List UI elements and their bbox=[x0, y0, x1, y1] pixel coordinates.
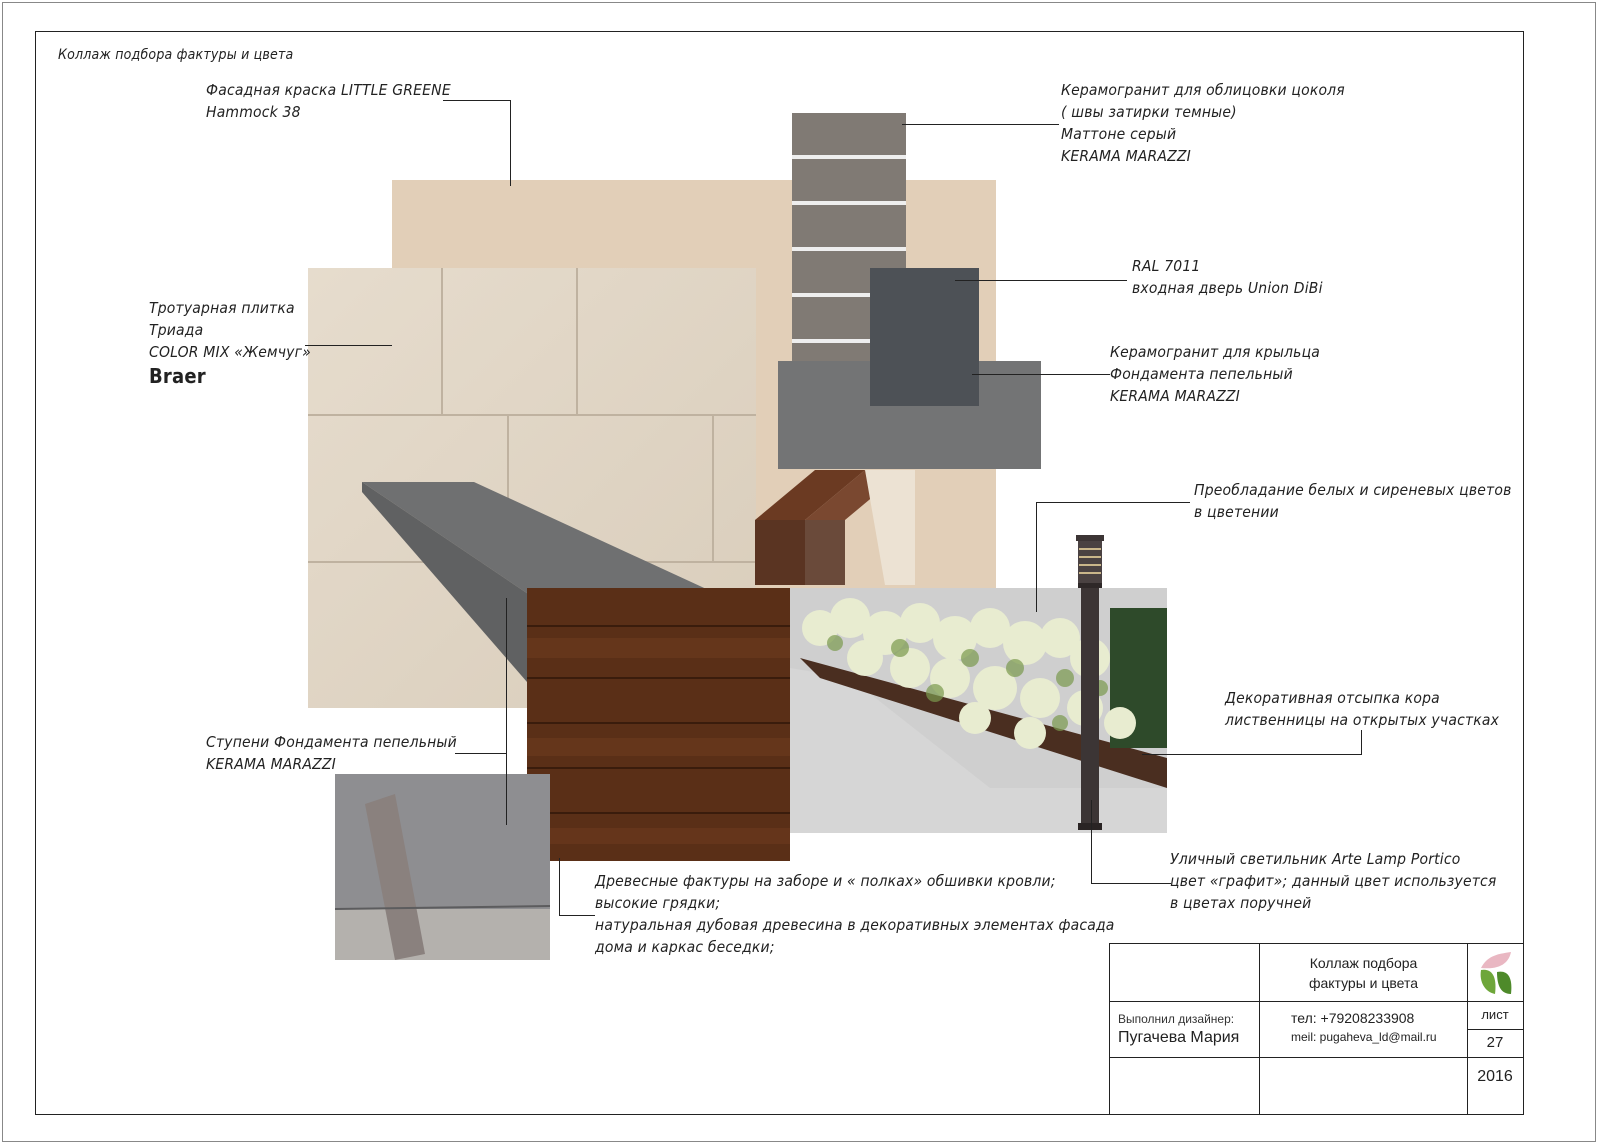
annotation-line: Ступени Фондамента пепельный bbox=[206, 733, 457, 751]
leader-line bbox=[902, 124, 1059, 125]
leader-line bbox=[1361, 730, 1362, 755]
annotation-line: Керамогранит для облицовки цоколя bbox=[1061, 81, 1345, 99]
annotation-line: COLOR MIX «Жемчуг» bbox=[149, 343, 311, 361]
annotation-line: Керамогранит для крыльца bbox=[1110, 343, 1321, 361]
annotation-line: Уличный светильник Arte Lamp Portico bbox=[1170, 850, 1461, 868]
annotation-line: Декоративная отсыпка кора bbox=[1225, 689, 1440, 707]
annotation-line: дома и каркас беседки; bbox=[595, 938, 775, 956]
logo-icon bbox=[1480, 952, 1512, 994]
steps-label: Ступени Фондамента пепельный KERAMA MARA… bbox=[206, 731, 457, 775]
annotation-line: лиственницы на открытых участках bbox=[1225, 711, 1500, 729]
leader-line bbox=[559, 858, 560, 916]
designer-name: Пугачева Мария bbox=[1118, 1029, 1240, 1046]
annotation-line: KERAMA MARAZZI bbox=[1110, 387, 1240, 405]
leader-line bbox=[955, 280, 1127, 281]
phone: тел: +79208233908 bbox=[1291, 1010, 1415, 1026]
leader-line bbox=[1036, 502, 1037, 612]
annotation-line: высокие грядки; bbox=[595, 894, 721, 912]
annotation-line: Древесные фактуры на заборе и « полках» … bbox=[595, 872, 1056, 890]
wood-beam-swatch bbox=[755, 470, 915, 585]
annotation-line: входная дверь Union DiBi bbox=[1132, 279, 1323, 297]
sheet-number: 27 bbox=[1486, 1034, 1504, 1051]
annotation-line: Триада bbox=[149, 321, 204, 339]
facade-paint-label: Фасадная краска LITTLE GREENE Hammock 38 bbox=[206, 79, 451, 123]
annotation-line: Фондамента пепельный bbox=[1110, 365, 1293, 383]
leader-line bbox=[305, 345, 392, 346]
wood-label: Древесные фактуры на заборе и « полках» … bbox=[595, 870, 1115, 958]
leader-line bbox=[455, 753, 507, 754]
sheet-title-line: фактуры и цвета bbox=[1308, 975, 1419, 991]
leader-line bbox=[1142, 754, 1362, 755]
page-title: Коллаж подбора фактуры и цвета bbox=[58, 47, 294, 63]
annotation-line: Тротуарная плитка bbox=[149, 299, 295, 317]
leader-line bbox=[506, 598, 507, 825]
annotation-line: натуральная дубовая древесина в декорати… bbox=[595, 916, 1115, 934]
sheet-label: лист bbox=[1481, 1007, 1509, 1022]
plinth-tile-label: Керамогранит для облицовки цоколя ( швы … bbox=[1061, 79, 1345, 167]
annotation-line: KERAMA MARAZZI bbox=[1061, 147, 1191, 165]
leader-line bbox=[972, 374, 1110, 375]
step-stone-photo bbox=[335, 774, 550, 960]
hydrangea-photo bbox=[790, 588, 1167, 833]
sheet-title: Коллаж подбора фактуры и цвета bbox=[1260, 953, 1467, 993]
door-color-swatch bbox=[870, 268, 979, 406]
annotation-line: Маттоне серый bbox=[1061, 125, 1177, 143]
door-label: RAL 7011 входная дверь Union DiBi bbox=[1132, 255, 1323, 299]
email[interactable]: meil: pugaheva_ld@mail.ru bbox=[1291, 1030, 1437, 1044]
annotation-line: Преобладание белых и сиреневых цветов bbox=[1194, 481, 1512, 499]
lamp-label: Уличный светильник Arte Lamp Portico цве… bbox=[1170, 848, 1497, 914]
paving-label: Тротуарная плитка Триада COLOR MIX «Жемч… bbox=[149, 297, 311, 387]
leader-line bbox=[510, 100, 511, 186]
annotation-line: в цветах поручней bbox=[1170, 894, 1312, 912]
annotation-line: в цветении bbox=[1194, 503, 1279, 521]
sheet-title-line: Коллаж подбора bbox=[1309, 955, 1418, 971]
annotation-line: Hammock 38 bbox=[206, 103, 301, 121]
wood-texture-swatch bbox=[527, 588, 790, 861]
garden-lamp-photo bbox=[1076, 535, 1104, 830]
title-block-divider bbox=[1109, 1057, 1467, 1058]
designer-caption: Выполнил дизайнер: bbox=[1118, 1012, 1235, 1026]
title-block-divider bbox=[1467, 1029, 1523, 1030]
annotation-line: Фасадная краска LITTLE GREENE bbox=[206, 81, 451, 99]
annotation-line: цвет «графит»; данный цвет используется bbox=[1170, 872, 1497, 890]
leader-line bbox=[1036, 502, 1190, 503]
leader-line bbox=[559, 915, 595, 916]
porch-tile-label: Керамогранит для крыльца Фондамента пепе… bbox=[1110, 341, 1320, 407]
title-block-divider bbox=[1467, 1057, 1523, 1058]
year: 2016 bbox=[1477, 1068, 1513, 1085]
annotation-line: ( швы затирки темные) bbox=[1061, 103, 1237, 121]
leader-line bbox=[443, 100, 511, 101]
annotation-line: KERAMA MARAZZI bbox=[206, 755, 336, 773]
title-block-divider bbox=[1109, 1001, 1523, 1002]
flowers-label: Преобладание белых и сиреневых цветов в … bbox=[1194, 479, 1512, 523]
paving-brand: Braer bbox=[149, 364, 206, 388]
annotation-line: RAL 7011 bbox=[1132, 257, 1201, 275]
bark-label: Декоративная отсыпка кора лиственницы на… bbox=[1225, 687, 1499, 731]
